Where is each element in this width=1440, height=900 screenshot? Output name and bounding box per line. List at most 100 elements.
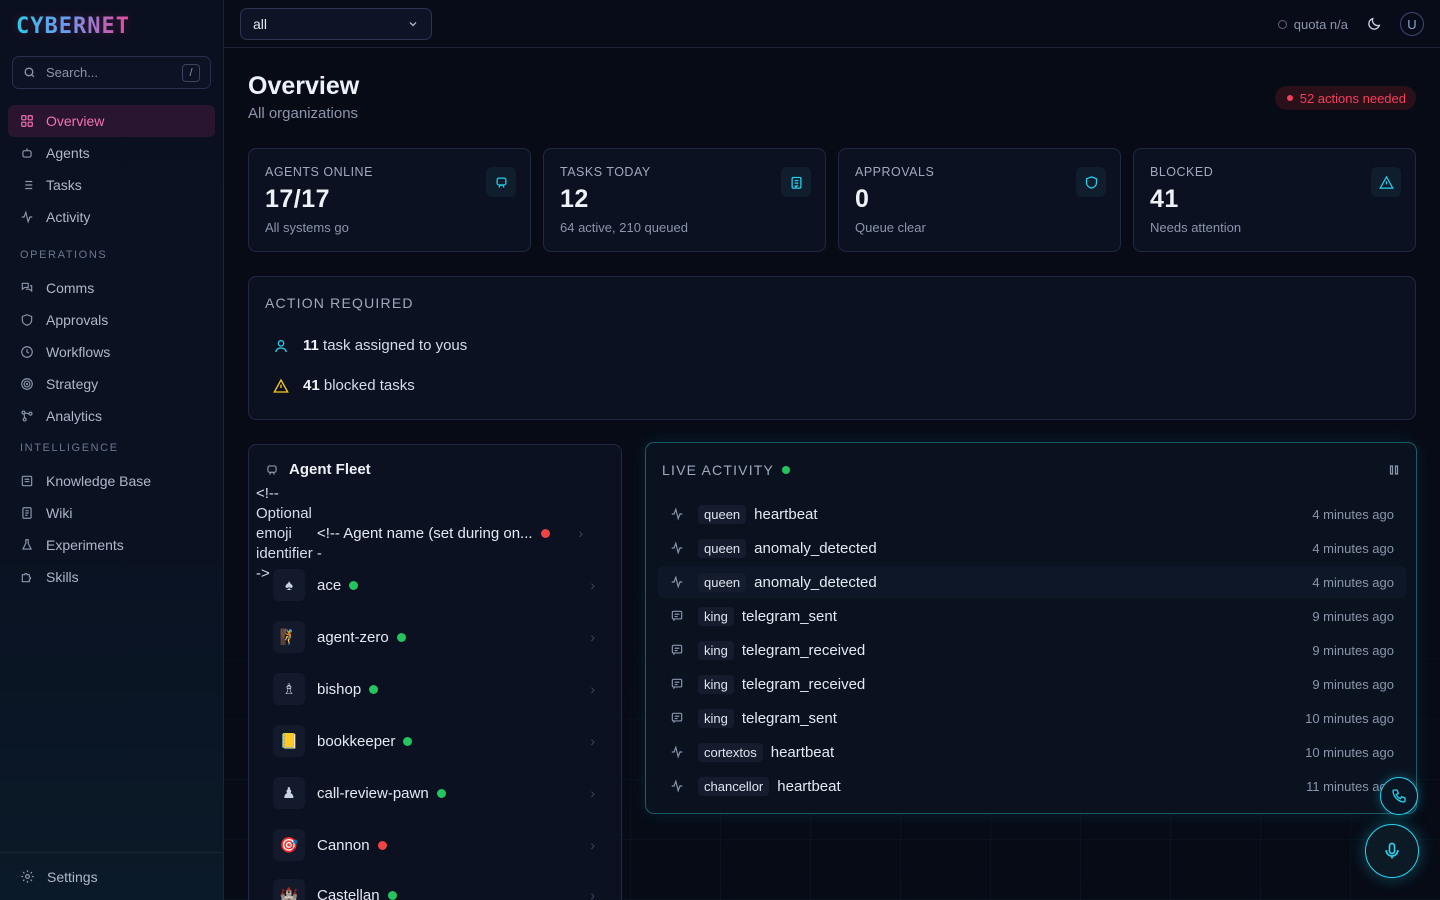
sidebar-item-analytics[interactable]: Analytics bbox=[8, 400, 215, 432]
agent-row[interactable]: 📒 bookkeeper › bbox=[273, 721, 603, 761]
chevron-right-icon: › bbox=[590, 577, 595, 593]
clipboard-icon bbox=[781, 167, 811, 197]
activity-row[interactable]: cortextos heartbeat 10 minutes ago bbox=[658, 736, 1406, 768]
sidebar-item-comms[interactable]: Comms bbox=[8, 272, 215, 304]
chevron-right-icon: › bbox=[590, 629, 595, 645]
agent-name: bookkeeper bbox=[317, 732, 396, 750]
activity-time: 4 minutes ago bbox=[1312, 574, 1394, 590]
status-badge[interactable]: 52 actions needed bbox=[1274, 86, 1416, 110]
action-required-card: ACTION REQUIRED 11 task assigned to yous… bbox=[248, 276, 1416, 420]
agent-row[interactable]: ♟ call-review-pawn › bbox=[273, 773, 603, 813]
stat-card-blocked[interactable]: BLOCKED 41 Needs attention bbox=[1133, 148, 1416, 252]
alert-dot bbox=[1286, 95, 1293, 101]
sidebar-item-skills[interactable]: Skills bbox=[8, 561, 215, 593]
agent-emoji: ♟ bbox=[273, 777, 305, 809]
action-item-count: 41 bbox=[303, 377, 320, 394]
activity-row[interactable]: king telegram_sent 10 minutes ago bbox=[658, 702, 1406, 734]
activity-time: 10 minutes ago bbox=[1305, 710, 1394, 726]
activity-row[interactable]: king telegram_received 9 minutes ago bbox=[658, 634, 1406, 666]
activity-event: telegram_received bbox=[741, 675, 866, 693]
stat-label: AGENTS ONLINE bbox=[265, 165, 373, 179]
clock-icon bbox=[21, 346, 33, 358]
puzzle-icon bbox=[21, 572, 32, 583]
action-item-count: 11 bbox=[303, 337, 319, 354]
activity-time: 9 minutes ago bbox=[1312, 676, 1394, 692]
moon-icon[interactable] bbox=[1366, 16, 1382, 32]
sidebar-item-agents[interactable]: Agents bbox=[8, 137, 215, 169]
gear-icon bbox=[21, 870, 34, 883]
fleet-header-row[interactable]: <!-- Agent name (set during on... › bbox=[317, 523, 603, 543]
sidebar-item-wiki[interactable]: Wiki bbox=[8, 497, 215, 529]
message-icon bbox=[671, 712, 683, 723]
doc-icon bbox=[22, 507, 32, 519]
org-select[interactable]: all bbox=[240, 8, 432, 40]
sidebar-item-knowledge-base[interactable]: Knowledge Base bbox=[8, 465, 215, 497]
sidebar-item-label: Overview bbox=[46, 113, 105, 129]
book-icon bbox=[21, 475, 33, 487]
stat-card-agents-online[interactable]: AGENTS ONLINE 17/17 All systems go bbox=[248, 148, 531, 252]
action-item-text: 41 blocked tasks bbox=[303, 377, 415, 394]
call-button[interactable] bbox=[1380, 777, 1418, 815]
pulse-icon bbox=[671, 745, 683, 759]
sidebar-item-experiments[interactable]: Experiments bbox=[8, 529, 215, 561]
settings-button[interactable]: Settings bbox=[0, 852, 223, 900]
action-item-blocked[interactable]: 41 blocked tasks bbox=[273, 377, 415, 394]
bot-icon bbox=[267, 464, 277, 475]
agent-name: bishop bbox=[317, 680, 362, 698]
stat-card-approvals[interactable]: APPROVALS 0 Queue clear bbox=[838, 148, 1121, 252]
status-dot bbox=[387, 890, 397, 900]
sidebar-item-label: Approvals bbox=[46, 312, 109, 328]
section-label: OPERATIONS bbox=[20, 249, 108, 261]
sidebar-item-label: Workflows bbox=[46, 344, 111, 360]
action-item-assigned[interactable]: 11 task assigned to yous bbox=[273, 337, 467, 354]
sidebar-item-label: Experiments bbox=[46, 537, 124, 553]
activity-row[interactable]: queen anomaly_detected 4 minutes ago bbox=[658, 566, 1406, 598]
pulse-icon bbox=[21, 210, 33, 224]
activity-agent: king bbox=[698, 674, 734, 694]
activity-time: 9 minutes ago bbox=[1312, 608, 1394, 624]
avatar[interactable]: U bbox=[1400, 12, 1424, 36]
fleet-title: Agent Fleet bbox=[289, 461, 371, 478]
sidebar-item-tasks[interactable]: Tasks bbox=[8, 169, 215, 201]
stat-card-tasks-today[interactable]: TASKS TODAY 12 64 active, 210 queued bbox=[543, 148, 826, 252]
sidebar-item-label: Wiki bbox=[46, 505, 73, 521]
voice-button[interactable] bbox=[1365, 824, 1419, 878]
pause-icon[interactable] bbox=[1388, 464, 1400, 476]
sidebar: CYBERNET Search... / Overview Agents Tas… bbox=[0, 0, 224, 900]
activity-row[interactable]: queen anomaly_detected 4 minutes ago bbox=[658, 532, 1406, 564]
agent-row[interactable]: 🧗 agent-zero › bbox=[273, 617, 603, 657]
activity-row[interactable]: king telegram_sent 9 minutes ago bbox=[658, 600, 1406, 632]
status-dot bbox=[377, 840, 387, 850]
sidebar-item-activity[interactable]: Activity bbox=[8, 201, 215, 233]
sidebar-item-overview[interactable]: Overview bbox=[8, 105, 215, 137]
agent-row[interactable]: 🎯 Cannon › bbox=[273, 825, 603, 865]
agent-emoji: ♗ bbox=[273, 673, 305, 705]
agent-row[interactable]: ♗ bishop › bbox=[273, 669, 603, 709]
agent-name: <!-- Agent name (set during on... bbox=[317, 524, 533, 542]
stat-value: 41 bbox=[1150, 185, 1179, 213]
sidebar-item-label: Knowledge Base bbox=[46, 473, 152, 489]
mic-icon bbox=[1385, 842, 1399, 859]
activity-row[interactable]: chancellor heartbeat 11 minutes ago bbox=[658, 770, 1406, 802]
shield-icon bbox=[1076, 167, 1106, 197]
action-item-label: task assigned to yous bbox=[318, 337, 468, 354]
stat-label: APPROVALS bbox=[855, 165, 935, 179]
operations-nav: OPERATIONS Comms Approvals Workflows Str… bbox=[8, 244, 215, 432]
warning-icon bbox=[1371, 167, 1401, 197]
quota-status-icon bbox=[1277, 19, 1287, 29]
chevron-right-icon: › bbox=[590, 733, 595, 749]
app-logo[interactable]: CYBERNET bbox=[16, 14, 130, 39]
agent-emoji: ♠ bbox=[273, 569, 305, 601]
sidebar-item-strategy[interactable]: Strategy bbox=[8, 368, 215, 400]
chevron-right-icon: › bbox=[578, 525, 583, 541]
agent-row[interactable]: ♠ ace › bbox=[273, 565, 603, 605]
activity-row[interactable]: queen heartbeat 4 minutes ago bbox=[658, 498, 1406, 530]
sidebar-item-approvals[interactable]: Approvals bbox=[8, 304, 215, 336]
chevron-right-icon: › bbox=[590, 785, 595, 801]
activity-agent: chancellor bbox=[698, 776, 770, 796]
agent-row[interactable]: 🏰 Castellan › bbox=[273, 875, 603, 900]
search-input[interactable]: Search... / bbox=[12, 56, 211, 89]
activity-row[interactable]: king telegram_received 9 minutes ago bbox=[658, 668, 1406, 700]
sidebar-item-workflows[interactable]: Workflows bbox=[8, 336, 215, 368]
stat-sub: All systems go bbox=[265, 220, 349, 235]
